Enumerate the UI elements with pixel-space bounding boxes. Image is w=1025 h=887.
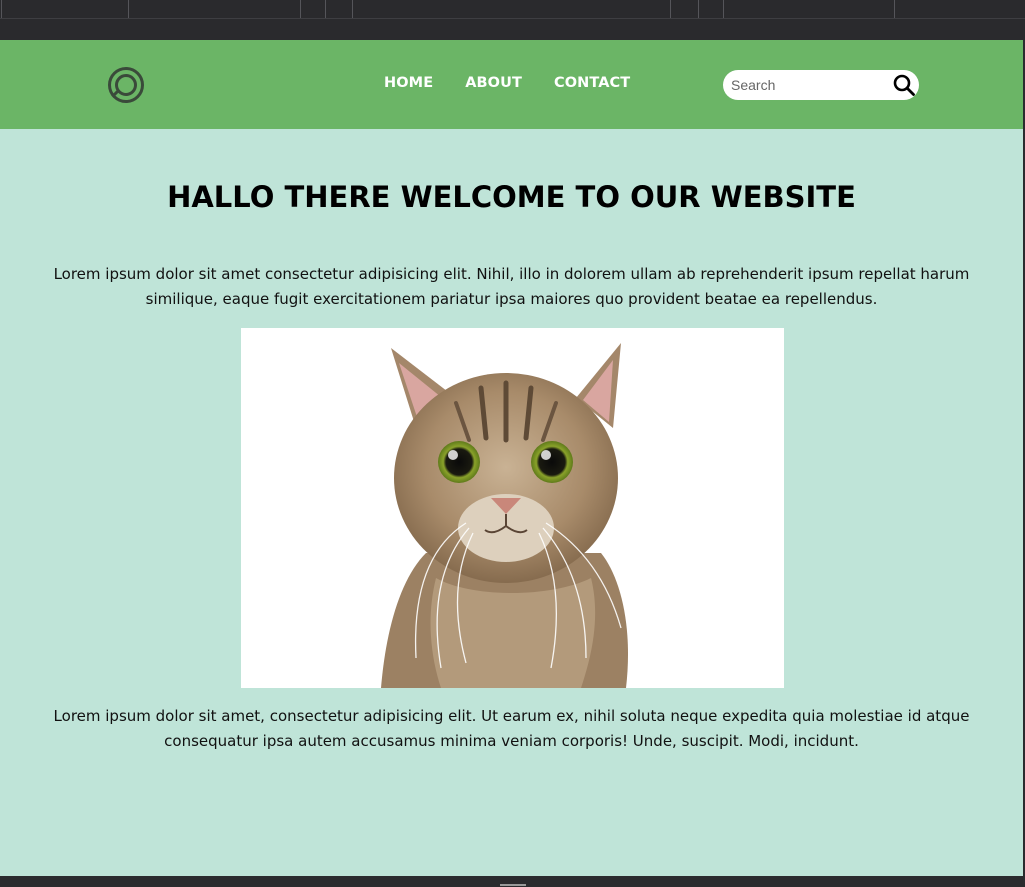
- nav-contact-link[interactable]: CONTACT: [554, 75, 630, 91]
- resize-handle[interactable]: [500, 884, 526, 886]
- logo-lens: [115, 74, 137, 96]
- search-icon[interactable]: [892, 73, 916, 97]
- bottom-panel-bar: [0, 876, 1025, 887]
- ruler-tick: [698, 0, 699, 18]
- page-viewport: HOME ABOUT CONTACT HALLO THERE WELCOME T…: [0, 40, 1023, 876]
- cat-image: [241, 328, 784, 688]
- cat-illustration: [381, 343, 629, 688]
- page-title: HALLO THERE WELCOME TO OUR WEBSITE: [167, 180, 856, 214]
- ruler-tick: [128, 0, 129, 18]
- ruler-tick: [723, 0, 724, 18]
- nav-about-link[interactable]: ABOUT: [465, 75, 522, 91]
- ruler-tick: [300, 0, 301, 18]
- ruler: [0, 0, 1025, 19]
- second-paragraph: Lorem ipsum dolor sit amet, consectetur …: [53, 707, 970, 750]
- intro-paragraph: Lorem ipsum dolor sit amet consectetur a…: [53, 265, 970, 308]
- ruler-tick: [894, 0, 895, 18]
- nav-home-link[interactable]: HOME: [384, 75, 433, 91]
- ruler-tick: [352, 0, 353, 18]
- navbar: HOME ABOUT CONTACT: [0, 40, 1023, 129]
- search-box: [723, 70, 919, 100]
- magnifier-logo-icon[interactable]: [108, 67, 144, 103]
- ruler-tick: [1, 0, 2, 18]
- search-input[interactable]: [723, 71, 883, 99]
- devtools-ruler-bar: [0, 0, 1025, 40]
- ruler-tick: [325, 0, 326, 18]
- ruler-tick: [670, 0, 671, 18]
- nav-links: HOME ABOUT CONTACT: [384, 75, 630, 91]
